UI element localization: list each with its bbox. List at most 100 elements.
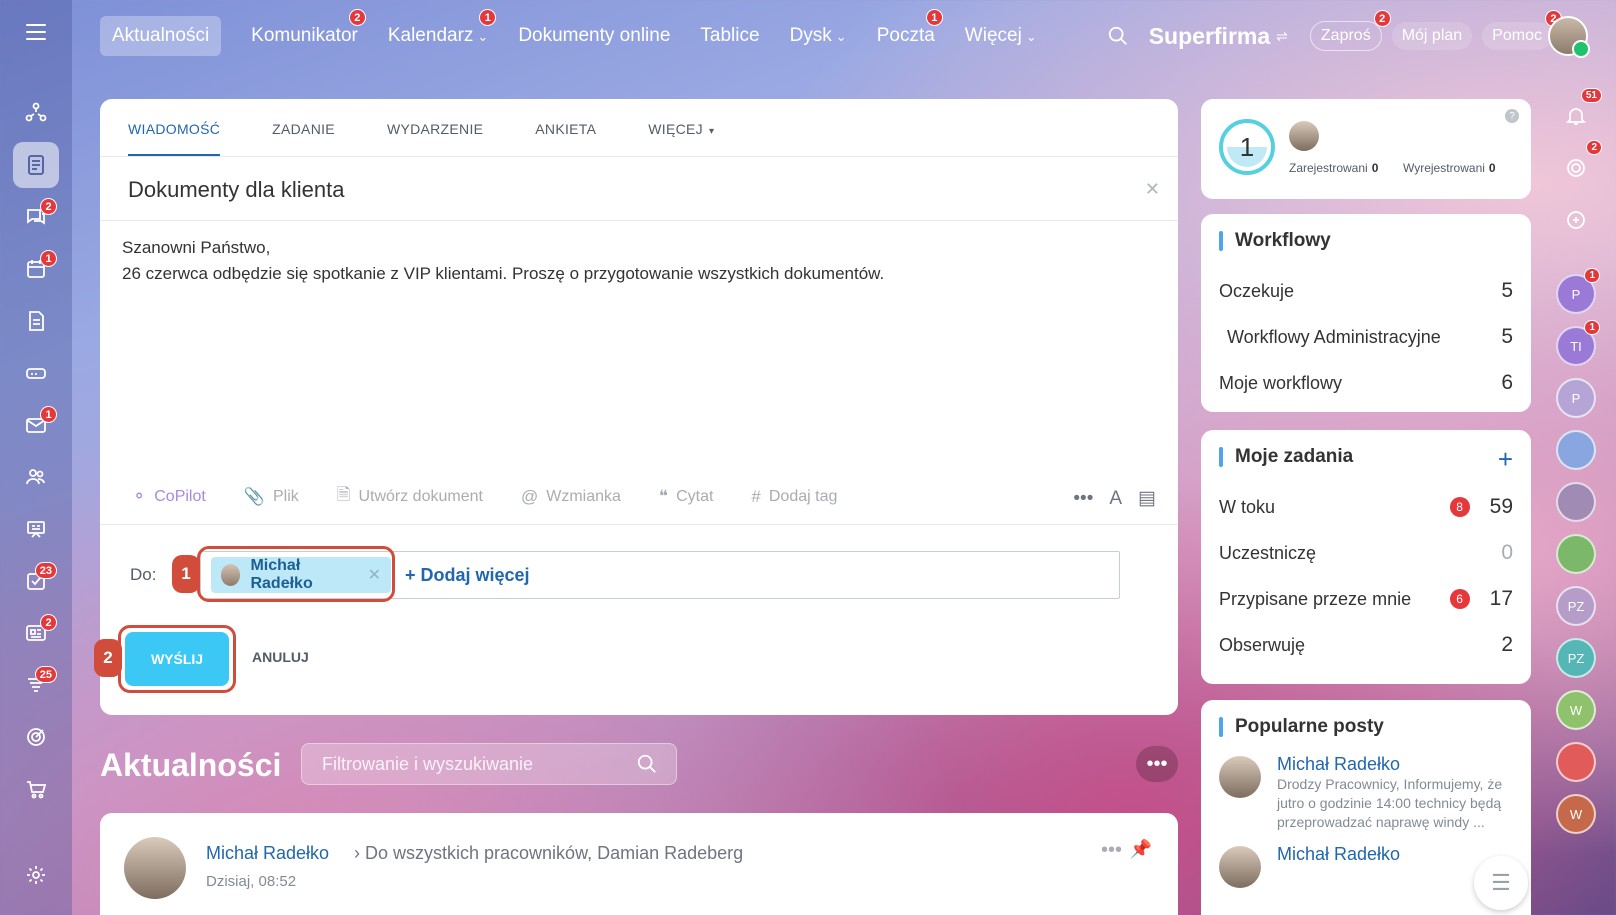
- sidebar-item-goals[interactable]: [13, 714, 59, 760]
- tab-event[interactable]: WYDARZENIE: [387, 99, 483, 156]
- widget-title: Workflowy: [1235, 230, 1331, 251]
- my-plan-button[interactable]: Mój plan: [1391, 22, 1473, 50]
- popular-post-author[interactable]: Michał Radełko: [1277, 754, 1507, 775]
- nav-item-calendar[interactable]: Kalendarz ⌄ 1: [388, 9, 497, 47]
- tab-message[interactable]: WIADOMOŚĆ: [128, 99, 221, 156]
- copilot-button[interactable]: ⚬ CoPilot: [132, 487, 206, 507]
- left-sidebar: 2 1 1 23 2 25: [0, 0, 72, 915]
- menu-burger-icon[interactable]: [26, 24, 46, 40]
- workflow-row[interactable]: Oczekuje 5: [1201, 268, 1531, 314]
- recent-chat-avatar[interactable]: [1556, 534, 1596, 574]
- search-icon[interactable]: [636, 753, 658, 775]
- recipient-field[interactable]: Michał Radełko ✕ + Dodaj więcej: [197, 546, 1120, 602]
- composer-toolbar: ⚬ CoPilot 📎 Plik 🗎 Utwórz dokument @ Wzmiank…: [100, 469, 1178, 525]
- sidebar-item-feed[interactable]: [13, 142, 59, 188]
- tab-task[interactable]: ZADANIE: [272, 99, 335, 156]
- recent-chat-avatar[interactable]: [1556, 482, 1596, 522]
- sidebar-item-crm[interactable]: 25: [13, 662, 59, 708]
- quote-button[interactable]: ❝ Cytat: [659, 487, 714, 507]
- company-settings-icon[interactable]: ⇌: [1276, 28, 1288, 45]
- recent-chat-avatar[interactable]: [1556, 742, 1596, 782]
- add-tag-button[interactable]: # Dodaj tag: [751, 487, 837, 507]
- feed-more-button[interactable]: •••: [1136, 746, 1178, 782]
- search-chats-button[interactable]: [1556, 200, 1596, 240]
- tab-more[interactable]: WIĘCEJ ▾: [648, 99, 714, 156]
- add-more-recipients-link[interactable]: + Dodaj więcej: [405, 565, 530, 586]
- sidebar-item-tasks[interactable]: 23: [13, 558, 59, 604]
- post-recipients-text: Do wszystkich pracowników, Damian Radebe…: [365, 843, 744, 863]
- sidebar-item-docs[interactable]: [13, 298, 59, 344]
- notifications-button[interactable]: 51: [1556, 88, 1602, 136]
- recent-chat-avatar[interactable]: [1556, 430, 1596, 470]
- workflow-row[interactable]: Workflowy Administracyjne 5: [1201, 314, 1531, 360]
- message-body-editor[interactable]: Szanowni Państwo, 26 czerwca odbędzie si…: [100, 221, 1178, 469]
- nav-badge: 1: [925, 9, 943, 26]
- chat-initials: W: [1569, 702, 1583, 718]
- close-icon[interactable]: ✕: [1145, 179, 1160, 200]
- recent-chat-avatar[interactable]: PZ: [1556, 638, 1596, 678]
- message-title-field[interactable]: Dokumenty dla klienta ✕: [100, 157, 1178, 221]
- search-icon[interactable]: [1107, 25, 1129, 47]
- fullscreen-editor-icon[interactable]: ▤: [1138, 487, 1156, 510]
- feed-filter-search-input[interactable]: Filtrowanie i wyszukiwanie: [301, 743, 677, 785]
- popular-post-author[interactable]: Michał Radełko: [1277, 844, 1400, 865]
- sidebar-item-boards[interactable]: [13, 506, 59, 552]
- send-button[interactable]: WYŚLIJ: [125, 632, 229, 686]
- nav-item-feed[interactable]: Aktualności: [100, 16, 222, 56]
- nav-item-messenger[interactable]: Komunikator 2: [251, 9, 366, 47]
- mention-button[interactable]: @ Wzmianka: [521, 487, 621, 507]
- pin-icon[interactable]: 📌: [1130, 839, 1152, 860]
- more-dots-icon[interactable]: •••: [1073, 488, 1093, 510]
- registered-stat: Zarejestrowani 0: [1289, 161, 1378, 175]
- create-document-button[interactable]: 🗎 Utwórz dokument: [337, 482, 483, 511]
- sidebar-item-news[interactable]: 2: [13, 610, 59, 656]
- sidebar-item-drive[interactable]: [13, 350, 59, 396]
- user-avatar[interactable]: [1548, 16, 1590, 58]
- task-row[interactable]: W toku 8 59: [1201, 484, 1531, 530]
- sidebar-item-mail[interactable]: 1: [13, 402, 59, 448]
- company-name[interactable]: Superfirma: [1149, 23, 1270, 50]
- nav-item-drive[interactable]: Dysk ⌄: [790, 25, 847, 47]
- sidebar-item-settings[interactable]: [13, 852, 59, 898]
- recent-chat-avatar[interactable]: P: [1556, 378, 1596, 418]
- sidebar-item-team[interactable]: [13, 454, 59, 500]
- nav-item-boards[interactable]: Tablice: [700, 25, 759, 47]
- help-icon[interactable]: ?: [1505, 109, 1519, 123]
- add-task-icon[interactable]: +: [1498, 444, 1513, 475]
- nav-item-mail[interactable]: Poczta 1: [877, 9, 943, 47]
- workflow-row[interactable]: Moje workflowy 6: [1201, 360, 1531, 406]
- task-row[interactable]: Przypisane przeze mnie 6 17: [1201, 576, 1531, 622]
- task-row[interactable]: Uczestniczę 0: [1201, 530, 1531, 576]
- text-format-icon[interactable]: A: [1109, 488, 1122, 510]
- invite-button[interactable]: Zaproś 2: [1309, 10, 1391, 51]
- post-author-link[interactable]: Michał Radełko: [206, 843, 329, 864]
- feed-menu-button[interactable]: ☰: [1474, 856, 1528, 910]
- recent-chat-avatar[interactable]: PZ: [1556, 586, 1596, 626]
- recent-chat-avatar[interactable]: W: [1556, 794, 1596, 834]
- recent-chat-avatar[interactable]: TI 1: [1556, 320, 1600, 366]
- sidebar-item-calendar[interactable]: 1: [13, 246, 59, 292]
- recent-chat-avatar[interactable]: W: [1556, 690, 1596, 730]
- sidebar-item-shop[interactable]: [13, 766, 59, 812]
- task-row[interactable]: Obserwuję 2: [1201, 622, 1531, 668]
- help-button[interactable]: Pomoc 2: [1482, 10, 1562, 50]
- nav-item-online-docs[interactable]: Dokumenty online: [518, 25, 670, 47]
- avatar[interactable]: [124, 837, 186, 899]
- timeman-counter[interactable]: 1: [1219, 119, 1275, 175]
- activity-button[interactable]: 2: [1556, 140, 1602, 188]
- popular-post-item[interactable]: Michał Radełko Drodzy Pracownicy, Inform…: [1201, 754, 1531, 832]
- cart-icon: [27, 781, 47, 799]
- tab-poll[interactable]: ANKIETA: [535, 99, 596, 156]
- sidebar-item-collab[interactable]: [13, 90, 59, 136]
- cancel-button[interactable]: ANULUJ: [252, 649, 309, 665]
- collab-icon: [25, 102, 47, 122]
- more-dots-icon[interactable]: •••: [1101, 839, 1122, 862]
- recent-chat-avatar[interactable]: P1: [1556, 268, 1600, 314]
- chevron-down-icon: ⌄: [477, 29, 489, 44]
- unregistered-stat: Wyrejestrowani 0: [1403, 161, 1496, 175]
- chat-badge: 2: [40, 198, 57, 215]
- nav-item-more[interactable]: Więcej ⌄: [965, 25, 1037, 47]
- sidebar-item-chat[interactable]: 2: [13, 194, 59, 240]
- file-button[interactable]: 📎 Plik: [244, 487, 299, 507]
- target-icon: [27, 728, 45, 746]
